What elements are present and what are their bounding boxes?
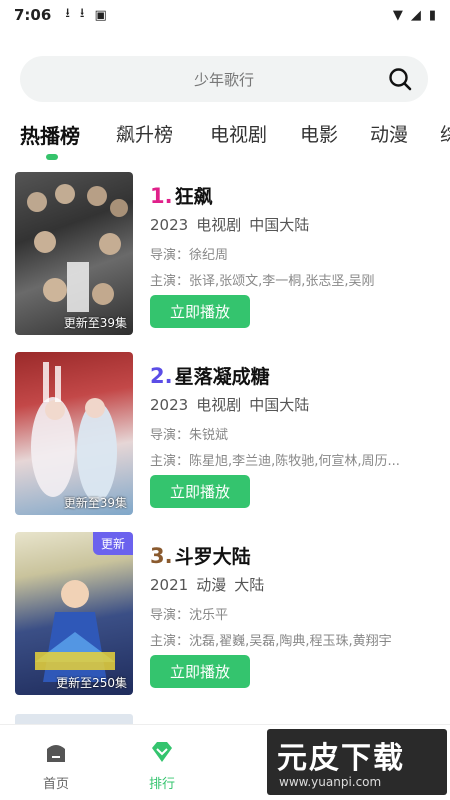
item-meta: 2021 动漫 大陆	[150, 574, 272, 595]
poster-art	[31, 362, 117, 502]
search-bar[interactable]: 少年歌行	[20, 56, 428, 102]
signal-icon: ◢	[410, 7, 421, 23]
poster-art	[27, 184, 128, 312]
update-label: 更新至39集	[63, 316, 127, 330]
tab-rising[interactable]: 飙升榜	[116, 120, 173, 147]
director: 导演：徐纪周	[150, 248, 229, 263]
status-bar: 7:06 ⭳ ⭳ ▣ ▼ ◢ ▮	[0, 0, 450, 30]
play-button[interactable]: 立即播放	[150, 655, 250, 688]
tab-tv[interactable]: 电视剧	[210, 120, 267, 147]
home-icon	[47, 745, 65, 762]
nav-home-label: 首页	[42, 777, 69, 792]
tab-movie[interactable]: 电影	[300, 120, 338, 147]
region: 中国大陆	[249, 396, 310, 414]
nav-ranking[interactable]: 排行	[122, 735, 202, 792]
type: 电视剧	[196, 396, 242, 414]
wifi-icon: ▼	[392, 7, 403, 23]
director: 导演：朱锐斌	[150, 428, 229, 443]
item-meta: 2023 电视剧 中国大陆	[150, 394, 317, 415]
download-icon: ⭳	[65, 6, 70, 21]
play-button[interactable]: 立即播放	[150, 475, 250, 508]
download-icon: ⭳	[79, 6, 85, 21]
search-placeholder: 少年歌行	[193, 70, 254, 89]
item-title: 3. 斗罗大陆	[150, 542, 251, 569]
poster-art	[35, 580, 115, 682]
list-item[interactable]: 更新至39集 1. 狂飙 2023 电视剧 中国大陆 导演：徐纪周 主演：张译,张颂文…	[0, 168, 450, 338]
year: 2021	[150, 576, 189, 594]
year: 2023	[150, 396, 189, 414]
watermark-logo: 元皮下载 www.yuanpi.com	[267, 729, 447, 795]
battery-icon: ▮	[428, 7, 436, 23]
region: 中国大陆	[249, 216, 310, 234]
cast: 主演：沈磊,翟巍,吴磊,陶典,程玉珠,黄翔宇	[150, 634, 392, 649]
type: 电视剧	[196, 216, 242, 234]
tab-anime[interactable]: 动漫	[370, 120, 408, 147]
cast: 主演：张译,张颂文,李一桐,张志坚,吴刚	[150, 274, 375, 289]
notification-icon: ▣	[94, 7, 107, 23]
rank-number: 3.	[150, 544, 173, 568]
update-badge: 更新	[92, 532, 133, 555]
watermark-url: www.yuanpi.com	[279, 775, 382, 789]
region: 大陆	[234, 576, 265, 594]
title-text: 狂飙	[174, 186, 213, 208]
poster-image[interactable]: 更新至39集	[15, 352, 133, 515]
diamond-icon	[152, 742, 172, 762]
next-item-peek	[15, 714, 133, 724]
rank-number: 1.	[150, 184, 173, 208]
item-title: 1. 狂飙	[150, 182, 213, 209]
title-text: 星落凝成糖	[174, 366, 270, 388]
nav-ranking-label: 排行	[148, 777, 175, 792]
tab-variety[interactable]: 综	[440, 120, 450, 147]
title-text: 斗罗大陆	[174, 546, 251, 568]
poster-image[interactable]: 更新至39集	[15, 172, 133, 335]
cast: 主演：陈星旭,李兰迪,陈牧驰,何宣林,周历...	[150, 454, 400, 469]
type: 动漫	[196, 576, 227, 594]
update-label: 更新至39集	[63, 496, 127, 510]
watermark-text: 元皮下载	[277, 741, 405, 776]
year: 2023	[150, 216, 189, 234]
status-time: 7:06	[14, 6, 52, 24]
nav-home[interactable]: 首页	[16, 735, 96, 792]
rank-number: 2.	[150, 364, 173, 388]
list-item[interactable]: 更新 更新至250集 3. 斗罗大陆 2021 动漫 大陆 导演：沈乐平 主演：沈磊,…	[0, 528, 450, 698]
poster-image[interactable]: 更新 更新至250集	[15, 532, 133, 695]
list-item[interactable]: 更新至39集 2. 星落凝成糖 2023 电视剧 中国大陆 导演：朱锐斌 主演：陈星旭…	[0, 348, 450, 518]
play-button[interactable]: 立即播放	[150, 295, 250, 328]
update-label: 更新至250集	[56, 676, 127, 690]
item-title: 2. 星落凝成糖	[150, 362, 270, 389]
tab-hot[interactable]: 热播榜	[20, 120, 80, 149]
category-tabs: 热播榜 飙升榜 电视剧 电影 动漫 综	[0, 112, 450, 160]
item-meta: 2023 电视剧 中国大陆	[150, 214, 317, 235]
tab-indicator	[46, 154, 58, 160]
search-icon[interactable]	[388, 67, 412, 91]
director: 导演：沈乐平	[150, 608, 229, 623]
